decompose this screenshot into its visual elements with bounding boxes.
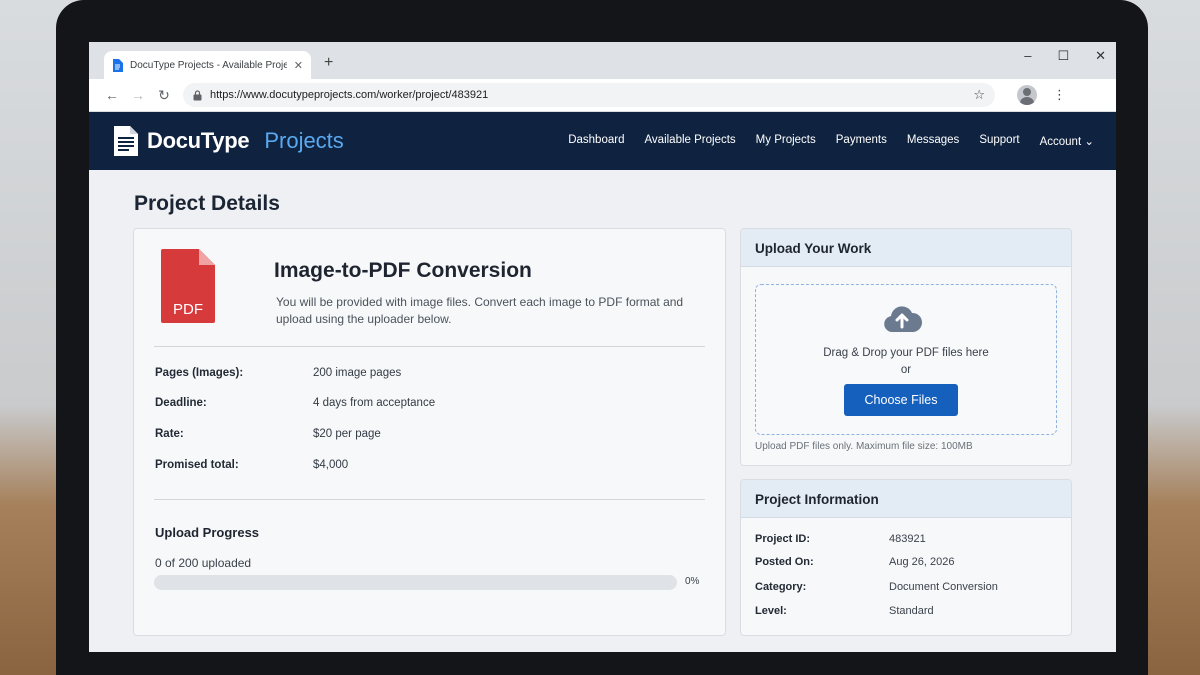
detail-label: Deadline: [155,397,207,409]
brand-name: DocuType [147,128,250,153]
detail-value: $20 per page [313,428,381,440]
divider [154,346,705,347]
close-window-icon[interactable]: ✕ [1095,48,1106,64]
main-nav: Dashboard Available Projects My Projects… [568,134,1094,148]
upload-note: Upload PDF files only. Maximum file size… [755,441,973,452]
upload-card-title: Upload Your Work [741,229,1071,267]
detail-value: 200 image pages [313,367,402,379]
project-info-card: Project Information Project ID: 483921 P… [740,479,1072,636]
minimize-icon[interactable]: – [1024,48,1031,64]
reload-icon[interactable]: ↻ [151,87,177,104]
info-value: 483921 [889,533,926,545]
info-value: Document Conversion [889,581,998,593]
nav-my-projects[interactable]: My Projects [756,134,816,148]
project-description: You will be provided with image files. C… [276,295,684,326]
lock-icon [193,89,202,100]
info-value: Standard [889,605,934,617]
dropzone-text: Drag & Drop your PDF files here [823,347,989,359]
browser-window: DocuType Projects - Available Projects ✕… [89,42,1116,652]
upload-percent: 0% [685,576,700,587]
upload-count: 0 of 200 uploaded [155,556,252,570]
info-value: Aug 26, 2026 [889,556,955,568]
project-card: PDF Image-to-PDF Conversion You will be … [133,228,726,636]
upload-progress-bar [154,575,677,590]
tab-title: DocuType Projects - Available Projects [130,59,287,71]
detail-value: $4,000 [313,459,349,471]
document-logo-icon [114,126,138,156]
window-controls: – ☐ ✕ [1024,48,1106,64]
nav-support[interactable]: Support [979,134,1019,148]
nav-account[interactable]: Account ⌄ [1040,134,1094,148]
upload-progress-title: Upload Progress [155,525,260,540]
detail-label: Rate: [155,428,184,440]
project-info-title: Project Information [741,480,1071,518]
forward-arrow-icon[interactable]: → [125,87,151,103]
cloud-upload-icon [884,306,922,332]
new-tab-button[interactable]: + [324,54,333,72]
info-label: Posted On: [755,556,814,568]
document-favicon-icon [113,58,123,72]
dropzone-or: or [900,364,912,376]
browser-tab[interactable]: DocuType Projects - Available Projects ✕ [104,51,311,79]
info-label: Level: [755,605,787,617]
tab-bar: DocuType Projects - Available Projects ✕… [89,42,1116,79]
nav-dashboard[interactable]: Dashboard [568,134,624,148]
maximize-icon[interactable]: ☐ [1057,48,1069,64]
nav-available-projects[interactable]: Available Projects [644,134,735,148]
bookmark-star-icon[interactable]: ☆ [973,87,985,103]
tab-close-icon[interactable]: ✕ [294,59,303,72]
choose-files-button[interactable]: Choose Files [844,384,958,416]
url-text: https://www.docutypeprojects.com/worker/… [210,89,489,101]
detail-value: 4 days from acceptance [313,397,436,409]
address-bar-row: ← → ↻ https://www.docutypeprojects.com/w… [89,79,1116,112]
nav-account-label: Account [1039,136,1082,148]
nav-messages[interactable]: Messages [907,134,959,148]
profile-avatar-icon[interactable] [1017,85,1037,105]
upload-card: Upload Your Work Drag & Drop your PDF fi… [740,228,1072,466]
site-header: DocuType Projects Dashboard Available Pr… [89,112,1116,170]
site-logo[interactable]: DocuType Projects [114,126,344,156]
info-label: Category: [755,581,807,593]
chevron-down-icon: ⌄ [1084,136,1094,148]
divider [154,499,705,500]
project-title: Image-to-PDF Conversion [274,259,532,282]
pdf-file-icon: PDF [161,249,215,323]
brand-suffix: Projects [264,128,344,153]
pdf-icon-label: PDF [173,301,203,318]
page-title: Project Details [134,192,280,215]
url-field[interactable]: https://www.docutypeprojects.com/worker/… [183,83,995,107]
file-dropzone[interactable]: Drag & Drop your PDF files here or Choos… [755,284,1057,435]
back-arrow-icon[interactable]: ← [99,87,125,103]
detail-label: Promised total: [155,459,239,471]
page-content: Project Details PDF Image-to-PDF Convers… [89,170,1116,652]
browser-menu-icon[interactable]: ⋮ [1053,87,1066,103]
detail-label: Pages (Images): [155,367,244,379]
info-label: Project ID: [755,533,811,545]
nav-payments[interactable]: Payments [836,134,887,148]
